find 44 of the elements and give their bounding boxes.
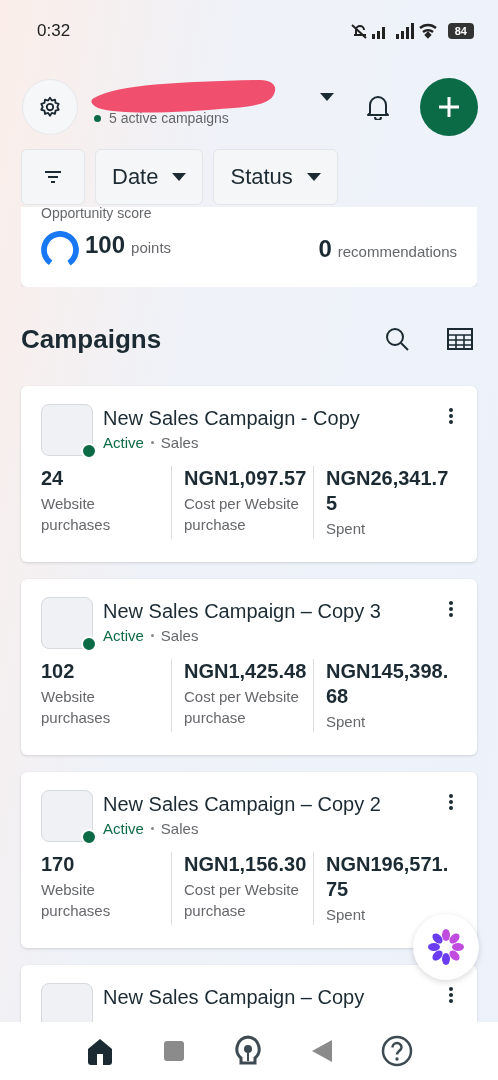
recommendations-count: 0 (318, 235, 332, 263)
metric-value: NGN1,156.30 (184, 852, 308, 877)
metric-value: 170 (41, 852, 76, 877)
campaign-card[interactable]: New Sales Campaign – Copy (21, 965, 477, 1022)
metric-value: NGN145,398.68 (326, 659, 450, 709)
campaign-objective: Sales (160, 820, 199, 837)
campaign-card[interactable]: New Sales Campaign - Copy Active Sales 24 Website purchases NGN1,097.57 Cost per Website purchase NGN26,341.75 Spent (21, 386, 477, 562)
campaign-status: Active (103, 627, 144, 644)
battery-indicator: 84 (447, 23, 474, 39)
score-unit: points (131, 239, 172, 256)
metric-label: Cost per Website purchase (184, 880, 300, 921)
metric-label: Spent (326, 712, 367, 732)
metric-value: NGN26,341.75 (326, 466, 450, 516)
opportunity-label: Opportunity score (41, 207, 153, 221)
metric-label: Website purchases (41, 687, 112, 728)
metric-value: 102 (41, 659, 76, 684)
filter-dropdown[interactable]: Date (95, 149, 204, 205)
campaign-objective: Sales (160, 434, 199, 451)
metric-label: Cost per Website purchase (184, 687, 300, 728)
campaign-name: New Sales Campaign – Copy 3 (103, 600, 382, 623)
metric-label: Cost per Website purchase (184, 494, 300, 535)
campaign-card[interactable]: New Sales Campaign – Copy 2 Active Sales 170 Website purchases NGN1,156.30 Cost per Website purchase NGN196,571.75 Spent (21, 772, 477, 948)
campaign-name: New Sales Campaign – Copy 2 (103, 793, 382, 816)
campaign-card[interactable]: New Sales Campaign – Copy 3 Active Sales 102 Website purchases NGN1,425.48 Cost per Website purchase NGN145,398.68 Spent (21, 579, 477, 755)
metric-label: Spent (326, 519, 367, 539)
opportunity-card[interactable]: Opportunity score 100 points 0 recommendations (21, 207, 477, 287)
campaign-status: Active (103, 820, 144, 837)
campaign-status: Active (103, 434, 144, 451)
recommendations-label: recommendations (337, 243, 457, 260)
active-campaigns-count: 5 active campaigns (109, 110, 229, 126)
metric-label: Website purchases (41, 494, 112, 535)
metric-label: Website purchases (41, 880, 112, 921)
campaign-name: New Sales Campaign - Copy (103, 407, 361, 430)
score-value: 100 (85, 231, 126, 259)
status-time: 0:32 (37, 21, 71, 41)
metric-value: NGN196,571.75 (326, 852, 450, 902)
campaign-objective: Sales (160, 627, 199, 644)
metric-value: 24 (41, 466, 65, 491)
metric-label: Spent (326, 905, 367, 925)
metric-value: NGN1,425.48 (184, 659, 308, 684)
filter-dropdown[interactable]: Status (213, 149, 338, 205)
campaign-name: New Sales Campaign – Copy (103, 986, 366, 1009)
metric-value: NGN1,097.57 (184, 466, 308, 491)
section-title: Campaigns (21, 323, 162, 355)
